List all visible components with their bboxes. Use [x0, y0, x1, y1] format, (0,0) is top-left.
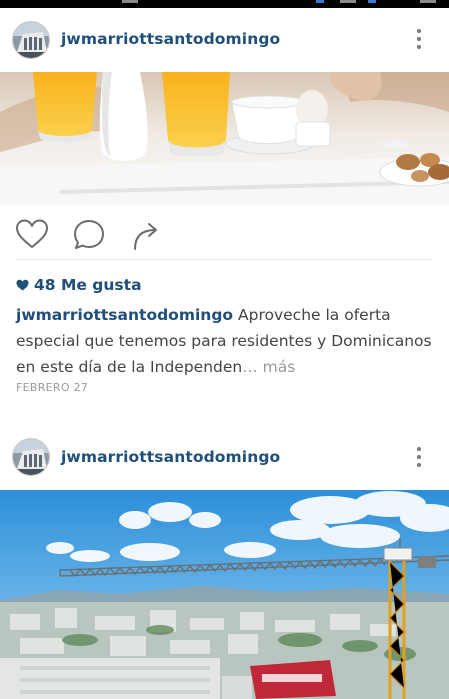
post-header: jwmarriottsantodomingo: [0, 424, 449, 488]
caption: jwmarriottsantodomingo Aproveche la ofer…: [16, 302, 436, 380]
post-date: FEBRERO 27: [16, 381, 89, 394]
post-username[interactable]: jwmarriottsantodomingo: [61, 30, 280, 48]
heart-filled-icon: [16, 279, 29, 291]
caption-username[interactable]: jwmarriottsantodomingo: [16, 306, 233, 324]
city-skyline-crane-photo[interactable]: [0, 490, 449, 699]
comment-bubble-icon[interactable]: [71, 217, 107, 253]
divider: [16, 259, 433, 260]
more-options-icon[interactable]: [409, 25, 429, 53]
likes-count[interactable]: 48 Me gusta: [34, 276, 142, 294]
status-icon: [316, 0, 324, 3]
status-bar: [0, 0, 449, 8]
likes-row[interactable]: 48 Me gusta: [16, 275, 142, 295]
avatar[interactable]: [12, 438, 50, 476]
status-icon: [368, 0, 376, 3]
status-icon: [122, 0, 138, 3]
status-icon: [420, 0, 436, 3]
post-username[interactable]: jwmarriottsantodomingo: [61, 448, 280, 466]
avatar[interactable]: [12, 21, 50, 59]
more-options-icon[interactable]: [409, 443, 429, 471]
post-header: jwmarriottsantodomingo: [0, 8, 449, 72]
post-actions: [0, 205, 449, 260]
status-icon: [340, 0, 356, 3]
caption-more-link[interactable]: … más: [242, 358, 295, 376]
breakfast-orange-juice-photo[interactable]: [0, 72, 449, 205]
heart-outline-icon[interactable]: [14, 217, 50, 253]
share-arrow-icon[interactable]: [129, 217, 165, 253]
